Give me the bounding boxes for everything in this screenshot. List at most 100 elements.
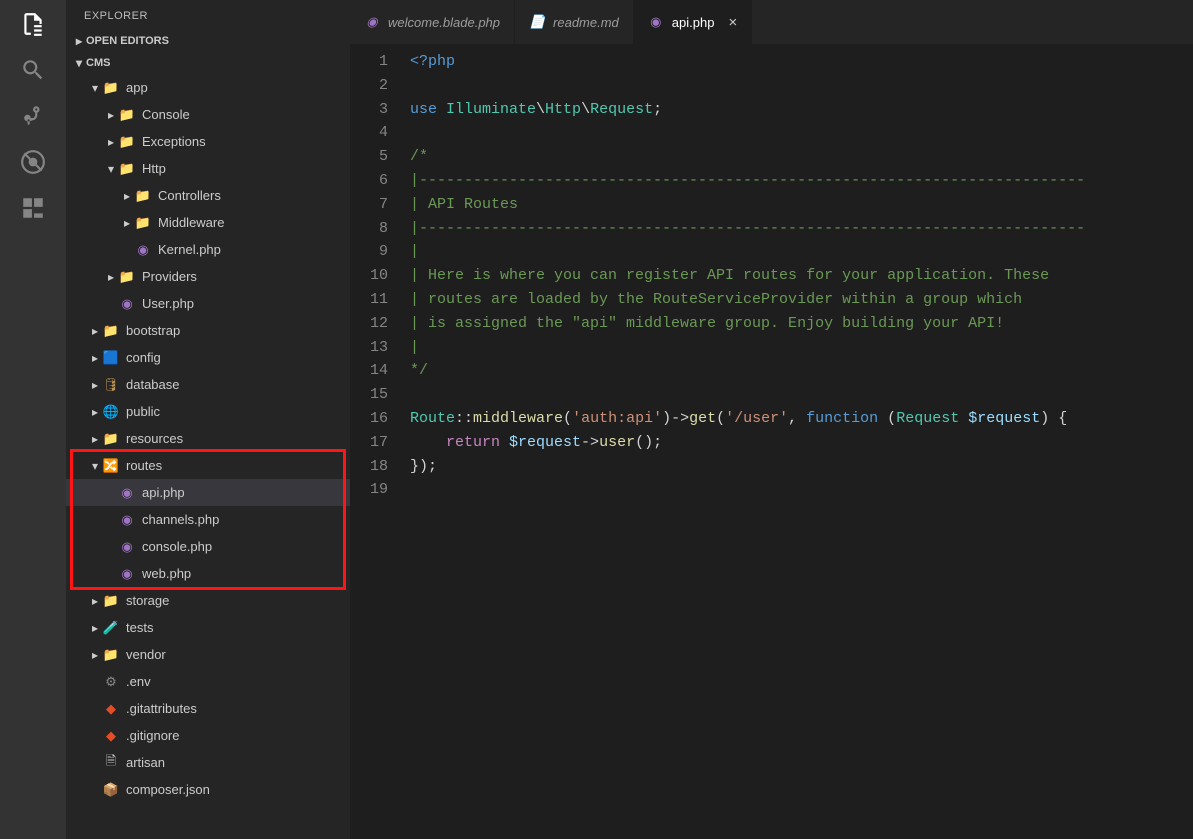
folder-closed-icon: 📁 (118, 268, 136, 286)
tree-item-console-php[interactable]: ◉ console.php (66, 533, 350, 560)
file-type-icon: ◉ (364, 14, 380, 30)
tree-item-bootstrap[interactable]: ▸📁bootstrap (66, 317, 350, 344)
close-icon[interactable]: × (728, 14, 737, 31)
tree-item-web-php[interactable]: ◉ web.php (66, 560, 350, 587)
tree-item-database[interactable]: ▸🛢 database (66, 371, 350, 398)
code-lines[interactable]: <?php use Illuminate\Http\Request; /*|--… (410, 50, 1193, 839)
cfg-icon: ⚙ (102, 673, 120, 691)
git-icon: ◆ (102, 727, 120, 745)
chevron-down-icon: ▾ (104, 162, 118, 176)
tree-item--env[interactable]: ⚙.env (66, 668, 350, 695)
extensions-icon[interactable] (19, 194, 47, 222)
tree-item-artisan[interactable]: 🗎 artisan (66, 749, 350, 776)
tree-item-User-php[interactable]: ◉User.php (66, 290, 350, 317)
tree-item-api-php[interactable]: ◉api.php (66, 479, 350, 506)
chevron-right-icon: ▸ (88, 432, 102, 446)
php-icon: ◉ (118, 565, 136, 583)
tree-item-vendor[interactable]: ▸📁 vendor (66, 641, 350, 668)
tree-item-label: Console (142, 107, 190, 122)
tab-label: api.php (672, 15, 715, 30)
php-icon: ◉ (118, 538, 136, 556)
chevron-right-icon: ▸ (120, 216, 134, 230)
chevron-right-icon: ▸ (88, 621, 102, 635)
folder-open-icon: 📁 (102, 79, 120, 97)
chevron-right-icon: ▸ (104, 135, 118, 149)
folder-closed-icon: 🌐 (102, 403, 120, 421)
editor-area: ◉welcome.blade.php📄readme.md◉api.php× 12… (350, 0, 1193, 839)
debug-icon[interactable] (19, 148, 47, 176)
tree-item-Kernel-php[interactable]: ◉Kernel.php (66, 236, 350, 263)
tab-bar: ◉welcome.blade.php📄readme.md◉api.php× (350, 0, 1193, 44)
tab-api-php[interactable]: ◉api.php× (634, 0, 752, 44)
git-icon: ◆ (102, 700, 120, 718)
folder-closed-icon: 📁 (102, 430, 120, 448)
tree-item-label: .gitattributes (126, 701, 197, 716)
folder-closed-icon: 📁 (102, 646, 120, 664)
tree-item-label: database (126, 377, 180, 392)
tree-item--gitignore[interactable]: ◆ .gitignore (66, 722, 350, 749)
folder-closed-icon: 🛢 (102, 376, 120, 394)
file-icon: 📦 (102, 781, 120, 799)
tree-item-label: .gitignore (126, 728, 179, 743)
chevron-right-icon: ▸ (88, 351, 102, 365)
tree-item-label: User.php (142, 296, 194, 311)
tab-readme-md[interactable]: 📄 readme.md (515, 0, 634, 44)
code-editor[interactable]: 12345678910111213141516171819 <?php use … (350, 44, 1193, 839)
sidebar: EXPLORER ▸ OPEN EDITORS ▾ CMS ▾📁app▸📁Con… (66, 0, 350, 839)
chevron-right-icon: ▸ (88, 648, 102, 662)
tree-item-channels-php[interactable]: ◉channels.php (66, 506, 350, 533)
tree-item-Providers[interactable]: ▸📁Providers (66, 263, 350, 290)
explorer-icon[interactable] (19, 10, 47, 38)
tree-item-label: routes (126, 458, 162, 473)
tree-item-composer-json[interactable]: 📦composer.json (66, 776, 350, 803)
tree-item-label: web.php (142, 566, 191, 581)
tree-item-Middleware[interactable]: ▸📁Middleware (66, 209, 350, 236)
tree-item-label: Exceptions (142, 134, 206, 149)
tree-item-label: api.php (142, 485, 185, 500)
php-icon: ◉ (118, 511, 136, 529)
tree-item-tests[interactable]: ▸🧪tests (66, 614, 350, 641)
chevron-down-icon: ▾ (88, 81, 102, 95)
tree-item-resources[interactable]: ▸📁resources (66, 425, 350, 452)
tree-item-routes[interactable]: ▾🔀routes (66, 452, 350, 479)
tree-item-label: app (126, 80, 148, 95)
tab-welcome-blade-php[interactable]: ◉ welcome.blade.php (350, 0, 515, 44)
chevron-down-icon: ▾ (72, 56, 86, 70)
folder-open-icon: 📁 (118, 160, 136, 178)
project-section[interactable]: ▾ CMS (66, 52, 350, 74)
tree-item-label: Controllers (158, 188, 221, 203)
tree-item-app[interactable]: ▾📁 app (66, 74, 350, 101)
tree-item-label: vendor (126, 647, 166, 662)
folder-closed-icon: 📁 (102, 592, 120, 610)
tree-item-Http[interactable]: ▾📁Http (66, 155, 350, 182)
source-control-icon[interactable] (19, 102, 47, 130)
chevron-right-icon: ▸ (88, 405, 102, 419)
file-tree: ▾📁app▸📁Console▸📁Exceptions▾📁Http▸📁Contro… (66, 74, 350, 839)
folder-open-icon: 🔀 (102, 457, 120, 475)
search-icon[interactable] (19, 56, 47, 84)
tree-item-Controllers[interactable]: ▸📁Controllers (66, 182, 350, 209)
file-type-icon: 📄 (529, 14, 545, 30)
tree-item-label: bootstrap (126, 323, 180, 338)
folder-closed-icon: 📁 (118, 133, 136, 151)
tree-item-label: Kernel.php (158, 242, 221, 257)
sidebar-title: EXPLORER (66, 0, 350, 30)
chevron-right-icon: ▸ (88, 378, 102, 392)
tree-item-storage[interactable]: ▸📁storage (66, 587, 350, 614)
chevron-right-icon: ▸ (104, 108, 118, 122)
file-icon: 🗎 (102, 754, 120, 772)
line-gutter: 12345678910111213141516171819 (350, 50, 410, 839)
tab-label: welcome.blade.php (388, 15, 500, 30)
tree-item-Exceptions[interactable]: ▸📁 Exceptions (66, 128, 350, 155)
tree-item-Console[interactable]: ▸📁 Console (66, 101, 350, 128)
activity-bar (0, 0, 66, 839)
tree-item-public[interactable]: ▸🌐public (66, 398, 350, 425)
tree-item-label: console.php (142, 539, 212, 554)
open-editors-section[interactable]: ▸ OPEN EDITORS (66, 30, 350, 52)
tree-item-config[interactable]: ▸🟦config (66, 344, 350, 371)
folder-closed-icon: 📁 (118, 106, 136, 124)
tree-item-label: artisan (126, 755, 165, 770)
tree-item--gitattributes[interactable]: ◆ .gitattributes (66, 695, 350, 722)
chevron-right-icon: ▸ (72, 34, 86, 48)
tab-label: readme.md (553, 15, 619, 30)
